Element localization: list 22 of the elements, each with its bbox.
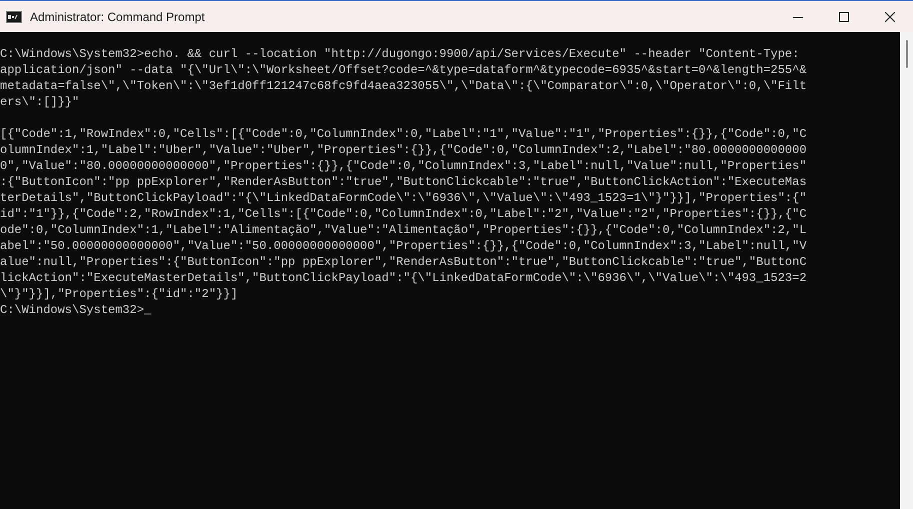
console-line: abel":"50.00000000000000","Value":"50.00000000000000","Properties":{}},{"Code":0,"ColumnIndex":3,"Label":null,"V: [0, 238, 807, 254]
console-line: metadata=false\",\"Token\":\"3ef1d0ff121247c68fc9fd4aea323055\",\"Data\":{\"Comparator\":0,\"Operator\":0,\"Filt: [0, 78, 807, 94]
console-line: olumnIndex":1,"Label":"Uber","Value":"Uber","Properties":{}},{"Code":0,"ColumnIndex":2,"Label":"80.0000000000000: [0, 142, 807, 158]
console-line: ers\":[]}}": [0, 94, 80, 110]
scrollbar-thumb[interactable]: [906, 40, 908, 68]
window-title: Administrator: Command Prompt: [30, 8, 205, 26]
console-line: 0","Value":"80.00000000000000","Properties":{}},{"Code":0,"ColumnIndex":3,"Label":null,"Value":null,"Properties": [0, 158, 807, 174]
console-line: [{"Code":1,"RowIndex":0,"Cells":[{"Code":0,"ColumnIndex":0,"Label":"1","Value":"1","Properties":{}},{"Code":0,"C: [0, 126, 807, 142]
console-line: \"}"}}],"Properties":{"id":"2"}}]: [0, 286, 238, 302]
maximize-icon: [839, 12, 849, 22]
text-cursor: _: [144, 302, 152, 318]
console-line: ode":0,"ColumnIndex":1,"Label":"Alimentação","Value":"Alimentação","Properties":{}},{"Code":0,"ColumnIndex":2,"L: [0, 222, 807, 238]
console-line: application/json" --data "{\"Url\":\"Worksheet/Offset?code=^&type=dataform^&typecode=6935^&start=0^&length=255^&: [0, 62, 807, 78]
console-line: terDetails","ButtonClickPayload":"{\"LinkedDataFormCode\":\"6936\",\"Value\":\"493_1523=1\"}"}}],"Properties":{": [0, 190, 807, 206]
console-prompt: C:\Windows\System32>: [0, 302, 144, 318]
console-line: id":"1"}},{"Code":2,"RowIndex":1,"Cells":[{"Code":0,"ColumnIndex":0,"Label":"2","Value":"2","Properties":{}},{"C: [0, 206, 807, 222]
console-line: alue":null,"Properties":{"ButtonIcon":"pp ppExplorer","RenderAsButton":"true","ButtonClickcable":"true","ButtonC: [0, 254, 807, 270]
terminal-icon: [6, 10, 22, 22]
close-icon: [885, 12, 895, 22]
console-line: C:\Windows\System32>echo. && curl --location "http://dugongo:9900/api/Services/Execute" --header "Content-Type:: [0, 46, 800, 62]
console-line: :{"ButtonIcon":"pp ppExplorer","RenderAsButton":"true","ButtonClickcable":"true","ButtonClickAction":"ExecuteMas: [0, 174, 807, 190]
console-line: lickAction":"ExecuteMasterDetails","ButtonClickPayload":"{\"LinkedDataFormCode\":\"6936\",\"Value\":\"493_1523=2: [0, 270, 807, 286]
